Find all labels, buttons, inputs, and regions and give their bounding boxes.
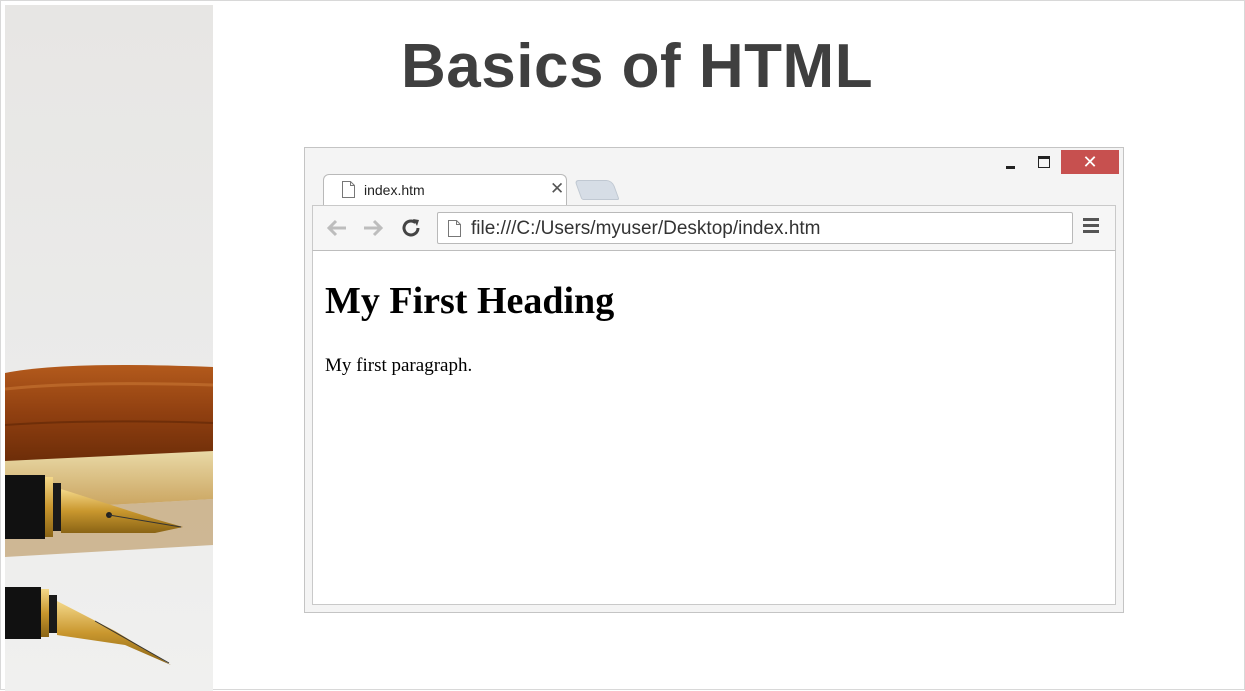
minimize-icon — [1005, 165, 1015, 169]
hamburger-menu-button[interactable] — [1081, 218, 1103, 238]
tab-label: index.htm — [364, 182, 425, 198]
close-icon: ✕ — [1082, 151, 1098, 172]
forward-button[interactable] — [361, 216, 385, 240]
page-paragraph: My first paragraph. — [325, 355, 473, 376]
reload-button[interactable] — [399, 216, 423, 240]
page-heading: My First Heading — [325, 280, 615, 322]
browser-window: ✕ index.htm ✕ file:///C:/Users/myuser/De… — [304, 147, 1124, 613]
maximize-button[interactable] — [1029, 150, 1059, 174]
back-button[interactable] — [325, 216, 349, 240]
browser-toolbar: file:///C:/Users/myuser/Desktop/index.ht… — [312, 205, 1116, 251]
back-arrow-icon — [326, 219, 346, 237]
address-bar[interactable]: file:///C:/Users/myuser/Desktop/index.ht… — [437, 212, 1073, 244]
file-icon — [342, 181, 355, 198]
hamburger-menu-icon — [1081, 218, 1103, 233]
forward-arrow-icon — [364, 219, 384, 237]
pens-decorative-image — [5, 5, 213, 691]
address-url[interactable]: file:///C:/Users/myuser/Desktop/index.ht… — [471, 218, 821, 240]
maximize-icon — [1038, 156, 1050, 168]
close-window-button[interactable]: ✕ — [1061, 150, 1119, 174]
file-icon — [448, 220, 461, 237]
slide-title: Basics of HTML — [401, 32, 874, 101]
new-tab-button[interactable] — [574, 180, 620, 200]
tab-close-button[interactable]: ✕ — [550, 179, 564, 199]
pens-illustration — [5, 365, 213, 665]
reload-icon — [402, 219, 420, 237]
minimize-button[interactable] — [997, 150, 1023, 174]
slide: Basics of HTML ✕ index.htm ✕ file:///C:/… — [0, 0, 1245, 691]
browser-viewport: My First Heading My first paragraph. — [312, 251, 1116, 605]
tab-index-htm[interactable]: index.htm ✕ — [323, 174, 567, 206]
